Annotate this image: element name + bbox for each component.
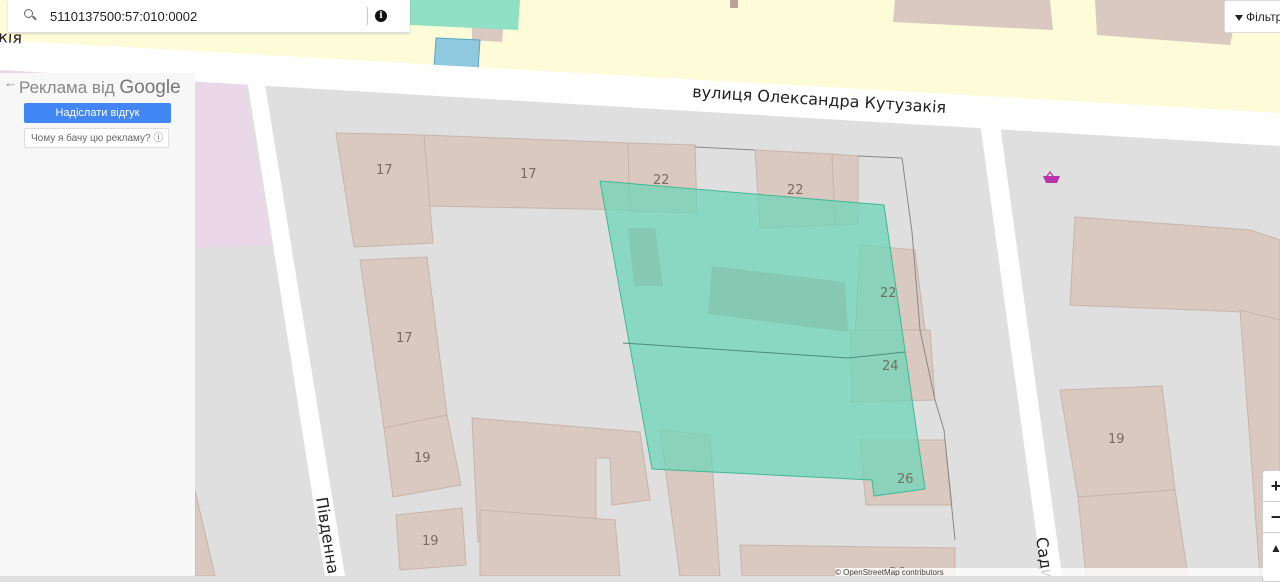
house-number: 19	[1108, 432, 1125, 447]
parcel-green-top[interactable]	[410, 0, 520, 30]
filter-button[interactable]: Фільтр	[1224, 0, 1280, 33]
house-number: 19	[422, 534, 439, 549]
google-ad-panel: ← Реклама від Google Надіслати відгук Чо…	[0, 73, 195, 576]
send-feedback-button[interactable]: Надіслати відгук	[24, 103, 171, 123]
cadastral-search-bar[interactable]: i	[8, 0, 410, 33]
zoom-in-button[interactable]: +	[1263, 471, 1280, 502]
house-number: 22	[787, 183, 804, 198]
building	[730, 0, 738, 8]
ad-title: Реклама від Google	[19, 77, 181, 99]
house-number: 19	[414, 451, 431, 466]
ad-title-brand: Google	[119, 77, 181, 98]
filter-label: Фільтр	[1246, 10, 1280, 24]
back-arrow-icon[interactable]: ←	[4, 75, 17, 90]
house-number: 17	[376, 163, 393, 178]
compass-button[interactable]: ▲	[1263, 533, 1280, 563]
search-divider	[367, 7, 368, 25]
filter-icon	[1235, 14, 1243, 21]
map-attribution[interactable]: © OpenStreetMap contributors	[835, 568, 1280, 576]
house-number: 17	[520, 167, 537, 182]
zoom-out-button[interactable]: −	[1263, 502, 1280, 533]
house-number: 22	[653, 173, 670, 188]
zoom-control: + − ▲	[1262, 470, 1280, 582]
search-input[interactable]	[48, 7, 367, 25]
house-number: 26	[897, 472, 914, 487]
search-icon	[24, 9, 38, 23]
house-number: 24	[882, 359, 899, 374]
why-this-ad-button[interactable]: Чому я бачу цю рекламу? ⓘ	[24, 128, 169, 148]
ad-title-prefix: Реклама від	[19, 78, 115, 97]
info-icon[interactable]: i	[375, 10, 387, 22]
house-number: 17	[396, 331, 413, 346]
house-number: 22	[880, 286, 897, 301]
